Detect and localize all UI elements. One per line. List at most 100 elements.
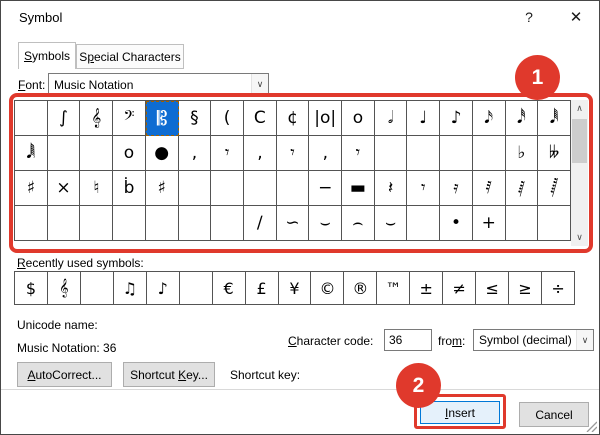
symbol-cell[interactable]: 𝄿	[440, 171, 473, 206]
scroll-up-icon[interactable]: ∧	[571, 100, 588, 117]
symbol-cell[interactable]: 𝅘𝅥𝅱	[538, 101, 571, 136]
symbol-cell[interactable]: ‚	[243, 136, 277, 171]
symbol-cell[interactable]: o	[113, 136, 146, 171]
symbol-cell[interactable]	[47, 206, 81, 241]
symbol-cell[interactable]: ‚	[178, 136, 212, 171]
symbol-cell[interactable]: 𝅘𝅥𝅲	[15, 136, 48, 171]
symbol-cell[interactable]	[80, 206, 114, 241]
symbol-cell[interactable]	[211, 171, 244, 206]
symbol-cell[interactable]	[80, 136, 114, 171]
symbol-cell[interactable]: 𝅘𝅥𝅰	[505, 101, 539, 136]
tab-symbols[interactable]: Symbols	[18, 42, 76, 69]
scrollbar[interactable]: ∧ ∨	[571, 100, 588, 246]
symbol-cell[interactable]: ∕	[243, 206, 277, 241]
resize-grip-icon[interactable]	[585, 420, 597, 432]
symbol-cell[interactable]: 𝄞	[80, 101, 114, 136]
symbol-cell[interactable]: ⌢	[342, 206, 375, 241]
symbol-cell[interactable]: ♩	[407, 101, 441, 136]
symbol-cell[interactable]: ≤	[476, 272, 510, 305]
symbol-cell[interactable]	[538, 206, 571, 241]
symbol-cell[interactable]	[80, 272, 114, 305]
symbol-cell[interactable]	[15, 101, 48, 136]
chevron-down-icon[interactable]: ∨	[251, 74, 268, 95]
symbol-cell[interactable]: ♪	[146, 272, 180, 305]
symbol-cell[interactable]	[407, 136, 441, 171]
cancel-button[interactable]: Cancel	[519, 402, 589, 427]
help-icon[interactable]: ?	[514, 5, 544, 29]
symbol-cell[interactable]: ∫	[47, 101, 81, 136]
scrollbar-thumb[interactable]	[572, 119, 587, 163]
symbol-cell[interactable]: $	[15, 272, 48, 305]
symbol-cell[interactable]: ≥	[509, 272, 543, 305]
symbol-cell[interactable]	[407, 206, 441, 241]
symbol-cell[interactable]: ≠	[443, 272, 477, 305]
symbol-cell[interactable]: ḃ	[113, 171, 146, 206]
symbol-cell[interactable]: ♯	[145, 171, 179, 206]
symbol-cell[interactable]	[243, 171, 277, 206]
symbol-cell[interactable]: ♭	[505, 136, 539, 171]
symbol-cell[interactable]: 𝄾	[276, 136, 310, 171]
symbol-cell[interactable]: 𝅀	[472, 171, 506, 206]
symbol-cell[interactable]: 𝅘𝅥𝅯	[472, 101, 506, 136]
symbol-cell[interactable]: ‚	[309, 136, 343, 171]
symbol-cell[interactable]: 𝅁	[505, 171, 539, 206]
symbol-cell[interactable]: 𝄫	[538, 136, 571, 171]
symbol-cell[interactable]: ™	[377, 272, 411, 305]
symbol-cell[interactable]: 𝄽	[374, 171, 408, 206]
symbol-cell[interactable]: 𝄾	[407, 171, 441, 206]
symbol-cell[interactable]: 𝄾	[342, 136, 375, 171]
symbol-cell[interactable]	[276, 171, 310, 206]
symbol-cell[interactable]	[179, 272, 213, 305]
symbol-cell[interactable]	[374, 136, 408, 171]
symbol-cell[interactable]: ¢	[276, 101, 310, 136]
symbol-cell[interactable]: 𝅂	[538, 171, 571, 206]
chevron-down-icon[interactable]: ∨	[576, 330, 593, 350]
symbol-cell[interactable]: 𝅗𝅥	[374, 101, 408, 136]
symbol-cell[interactable]: o	[342, 101, 375, 136]
symbol-cell[interactable]: 𝄾	[211, 136, 244, 171]
symbol-cell[interactable]	[211, 206, 244, 241]
symbol-cell[interactable]: C	[243, 101, 277, 136]
symbol-cell[interactable]	[113, 206, 146, 241]
symbol-cell[interactable]	[15, 206, 48, 241]
symbol-cell[interactable]: ▬	[342, 171, 375, 206]
symbol-cell[interactable]	[440, 136, 473, 171]
symbol-cell[interactable]: §	[178, 101, 212, 136]
symbol-cell-selected[interactable]: 𝄡	[145, 101, 179, 136]
symbol-cell[interactable]: ●	[145, 136, 179, 171]
symbol-cell[interactable]	[178, 206, 212, 241]
symbol-cell[interactable]: ©	[311, 272, 345, 305]
symbol-cell[interactable]: ∽	[276, 206, 310, 241]
from-dropdown[interactable]: Symbol (decimal) ∨	[473, 329, 594, 351]
symbol-cell[interactable]: ±	[410, 272, 444, 305]
symbol-cell[interactable]: 𝄞	[47, 272, 81, 305]
symbol-cell[interactable]	[178, 171, 212, 206]
symbol-cell[interactable]: −	[309, 171, 343, 206]
symbol-cell[interactable]: ⌣	[374, 206, 408, 241]
symbol-cell[interactable]: •	[440, 206, 473, 241]
symbol-cell[interactable]: ♫	[113, 272, 147, 305]
shortcut-key-button[interactable]: Shortcut Key...	[123, 362, 215, 387]
font-dropdown[interactable]: Music Notation ∨	[48, 73, 269, 96]
autocorrect-button[interactable]: AutoCorrect...	[17, 362, 112, 387]
symbol-cell[interactable]: |o|	[309, 101, 343, 136]
symbol-cell[interactable]: ♪	[440, 101, 473, 136]
symbol-cell[interactable]	[47, 136, 81, 171]
tab-special-characters[interactable]: Special Characters	[76, 44, 184, 69]
symbol-cell[interactable]: ¥	[278, 272, 312, 305]
symbol-cell[interactable]: ♯	[15, 171, 48, 206]
symbol-cell[interactable]: ×	[47, 171, 81, 206]
symbol-cell[interactable]: €	[212, 272, 246, 305]
insert-button[interactable]: Insert	[420, 401, 500, 424]
symbol-cell[interactable]: ®	[344, 272, 378, 305]
symbol-cell[interactable]: ⌣	[309, 206, 343, 241]
close-icon[interactable]: ✕	[561, 5, 591, 29]
symbol-cell[interactable]: £	[245, 272, 279, 305]
symbol-cell[interactable]: (	[211, 101, 244, 136]
symbol-cell[interactable]: +	[472, 206, 506, 241]
character-code-input[interactable]	[384, 329, 432, 351]
symbol-cell[interactable]	[145, 206, 179, 241]
symbol-cell[interactable]	[472, 136, 506, 171]
symbol-cell[interactable]	[505, 206, 539, 241]
symbol-cell[interactable]: ♮	[80, 171, 114, 206]
